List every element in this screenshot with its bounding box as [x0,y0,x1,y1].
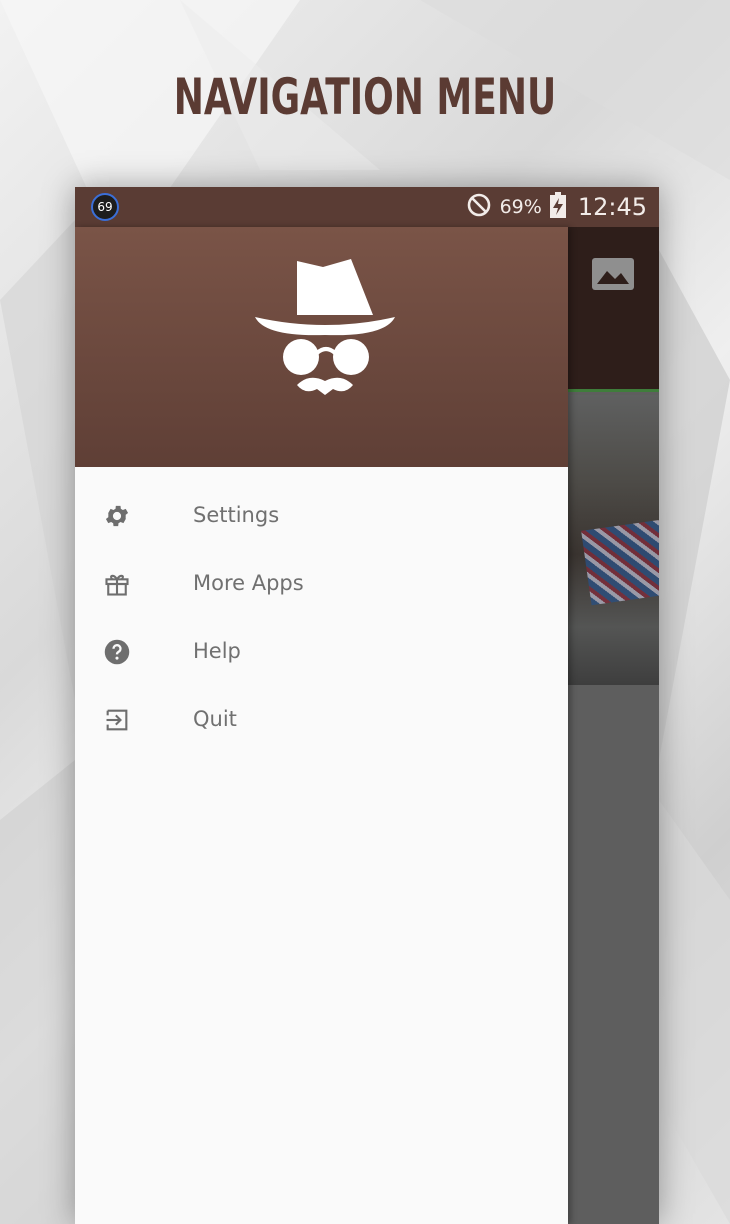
phone-screen: 69 69% 12:45 Settings More Apps Help Qui… [75,187,659,1224]
gift-icon [103,570,131,598]
drawer-menu: Settings More Apps Help Quit [75,481,568,753]
menu-item-more-apps[interactable]: More Apps [75,549,568,617]
status-right: 69% 12:45 [466,187,647,227]
menu-item-quit[interactable]: Quit [75,685,568,753]
menu-item-label: Help [193,639,241,663]
photo-thumbnail[interactable] [568,395,659,685]
help-icon [103,638,131,666]
image-icon[interactable] [591,257,635,296]
photo-content [581,519,659,606]
page-headline: NAVIGATION MENU [173,68,557,126]
navigation-drawer: Settings More Apps Help Quit [75,227,568,1224]
battery-charging-icon [549,191,566,223]
status-clock: 12:45 [577,193,647,221]
status-bar: 69 69% 12:45 [75,187,659,227]
battery-percentage: 69% [499,196,542,218]
menu-item-label: Quit [193,707,237,731]
menu-item-settings[interactable]: Settings [75,481,568,549]
gear-icon [103,502,131,530]
notification-badge: 69 [91,193,119,221]
menu-item-label: More Apps [193,571,304,595]
drawer-header [75,227,568,467]
incognito-logo-icon [253,255,397,406]
menu-item-help[interactable]: Help [75,617,568,685]
menu-item-label: Settings [193,503,280,527]
exit-icon [103,706,131,734]
do-not-disturb-icon [466,192,492,223]
